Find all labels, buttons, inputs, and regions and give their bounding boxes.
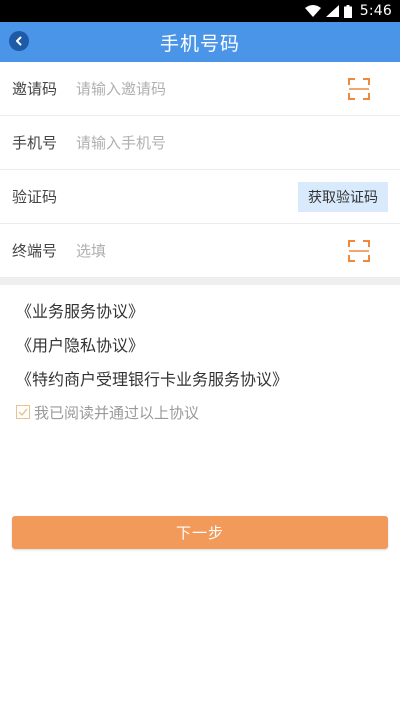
phone-row: 手机号	[0, 116, 400, 170]
invite-code-input[interactable]	[74, 79, 348, 98]
verify-code-row: 验证码 获取验证码	[0, 170, 400, 224]
wifi-icon	[304, 5, 321, 17]
registration-form: 邀请码 手机号 验证码 获取验证码 终端号	[0, 62, 400, 278]
invite-code-label: 邀请码	[12, 80, 58, 98]
section-divider	[0, 278, 400, 285]
back-button[interactable]	[9, 31, 29, 51]
verify-code-label: 验证码	[12, 188, 58, 206]
consent-row: 我已阅读并通过以上协议	[16, 399, 400, 425]
battery-icon	[343, 4, 352, 18]
agreement-link-privacy[interactable]: 《用户隐私协议》	[16, 329, 400, 363]
status-icons	[304, 4, 352, 18]
status-bar: 5:46	[0, 0, 400, 22]
phone-label: 手机号	[12, 134, 58, 152]
signal-icon	[325, 5, 339, 17]
terminal-row: 终端号	[0, 224, 400, 278]
header-bar: 手机号码	[0, 22, 400, 62]
scan-icon[interactable]	[348, 77, 370, 100]
consent-text: 我已阅读并通过以上协议	[34, 403, 200, 422]
scan-icon[interactable]	[348, 239, 370, 262]
terminal-label: 终端号	[12, 242, 58, 260]
phone-input[interactable]	[74, 133, 400, 152]
status-time: 5:46	[359, 3, 392, 19]
next-step-button[interactable]: 下一步	[12, 516, 388, 549]
chevron-left-icon	[16, 36, 22, 46]
invite-code-row: 邀请码	[0, 62, 400, 116]
terminal-input[interactable]	[74, 241, 348, 260]
page-title: 手机号码	[159, 32, 240, 55]
consent-checkbox[interactable]	[16, 405, 30, 419]
checkmark-icon	[18, 408, 28, 417]
agreement-link-merchant[interactable]: 《特约商户受理银行卡业务服务协议》	[16, 363, 400, 397]
agreement-link-business[interactable]: 《业务服务协议》	[16, 295, 400, 329]
verify-code-input[interactable]	[74, 187, 298, 206]
agreements-section: 《业务服务协议》 《用户隐私协议》 《特约商户受理银行卡业务服务协议》 我已阅读…	[0, 285, 400, 425]
get-code-button[interactable]: 获取验证码	[298, 181, 388, 212]
